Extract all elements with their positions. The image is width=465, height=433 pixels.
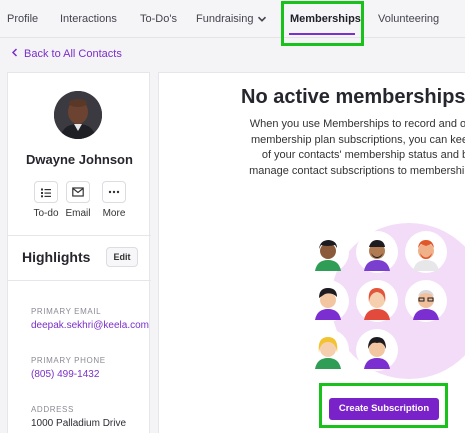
avatar-photo (54, 91, 102, 139)
tab-volunteering[interactable]: Volunteering (378, 0, 439, 38)
memberships-illustration (297, 223, 465, 383)
memberships-panel: No active memberships When you use Membe… (158, 72, 465, 433)
primary-email-label: PRIMARY EMAIL (31, 307, 102, 316)
person-avatar-7 (307, 329, 349, 371)
email-action-label: Email (65, 208, 91, 219)
tab-todos-label: To-Do's (140, 13, 177, 25)
highlights-divider (8, 280, 151, 281)
more-action[interactable]: More (94, 181, 134, 219)
create-subscription-button[interactable]: Create Subscription (329, 398, 439, 420)
chevron-left-icon (11, 48, 18, 57)
primary-email-value[interactable]: deepak.sekhri@keela.com (31, 320, 151, 331)
tab-bar: Profile Interactions To-Do's Fundraising… (0, 0, 465, 38)
person-avatar-6 (405, 280, 447, 322)
person-avatar-8 (356, 329, 398, 371)
email-action[interactable]: Email (58, 181, 98, 219)
more-dots-icon (108, 190, 120, 194)
email-button[interactable] (66, 181, 90, 203)
todo-button[interactable] (34, 181, 58, 203)
person-avatar-3 (405, 231, 447, 273)
active-tab-indicator (289, 33, 355, 35)
tab-memberships-label: Memberships (290, 13, 361, 25)
empty-state-title: No active memberships (241, 86, 465, 108)
tab-profile-label: Profile (7, 13, 39, 25)
primary-phone-label: PRIMARY PHONE (31, 356, 106, 365)
tab-interactions-label: Interactions (60, 13, 117, 25)
tab-todos[interactable]: To-Do's (140, 0, 177, 38)
highlights-title: Highlights (22, 249, 91, 265)
person-avatar-5 (356, 280, 398, 322)
address-label: ADDRESS (31, 405, 74, 414)
person-avatar-1 (307, 231, 349, 273)
avatar (54, 91, 102, 139)
primary-phone-value[interactable]: (805) 499-1432 (31, 369, 151, 380)
contact-name: Dwayne Johnson (26, 152, 133, 167)
chevron-down-icon (258, 16, 267, 22)
tab-profile[interactable]: Profile (7, 0, 38, 38)
tab-volunteering-label: Volunteering (378, 13, 440, 25)
tab-fundraising-label: Fundraising (196, 13, 254, 25)
empty-state-description: When you use Memberships to record and o… (249, 118, 465, 177)
address-value: 1000 Palladium Drive (31, 418, 127, 429)
card-divider (8, 235, 151, 236)
contact-card: Dwayne Johnson To-do Email More Highligh… (7, 72, 151, 433)
todo-list-icon (41, 188, 51, 197)
envelope-icon (72, 187, 84, 197)
back-to-contacts-link[interactable]: Back to All Contacts (11, 48, 122, 60)
tab-interactions[interactable]: Interactions (60, 0, 117, 38)
more-action-label: More (102, 208, 126, 219)
edit-highlights-button[interactable]: Edit (106, 247, 138, 267)
tab-fundraising[interactable]: Fundraising (196, 0, 267, 38)
person-avatar-2 (356, 231, 398, 273)
more-button[interactable] (102, 181, 126, 203)
person-avatar-4 (307, 280, 349, 322)
back-link-label: Back to All Contacts (24, 48, 122, 60)
